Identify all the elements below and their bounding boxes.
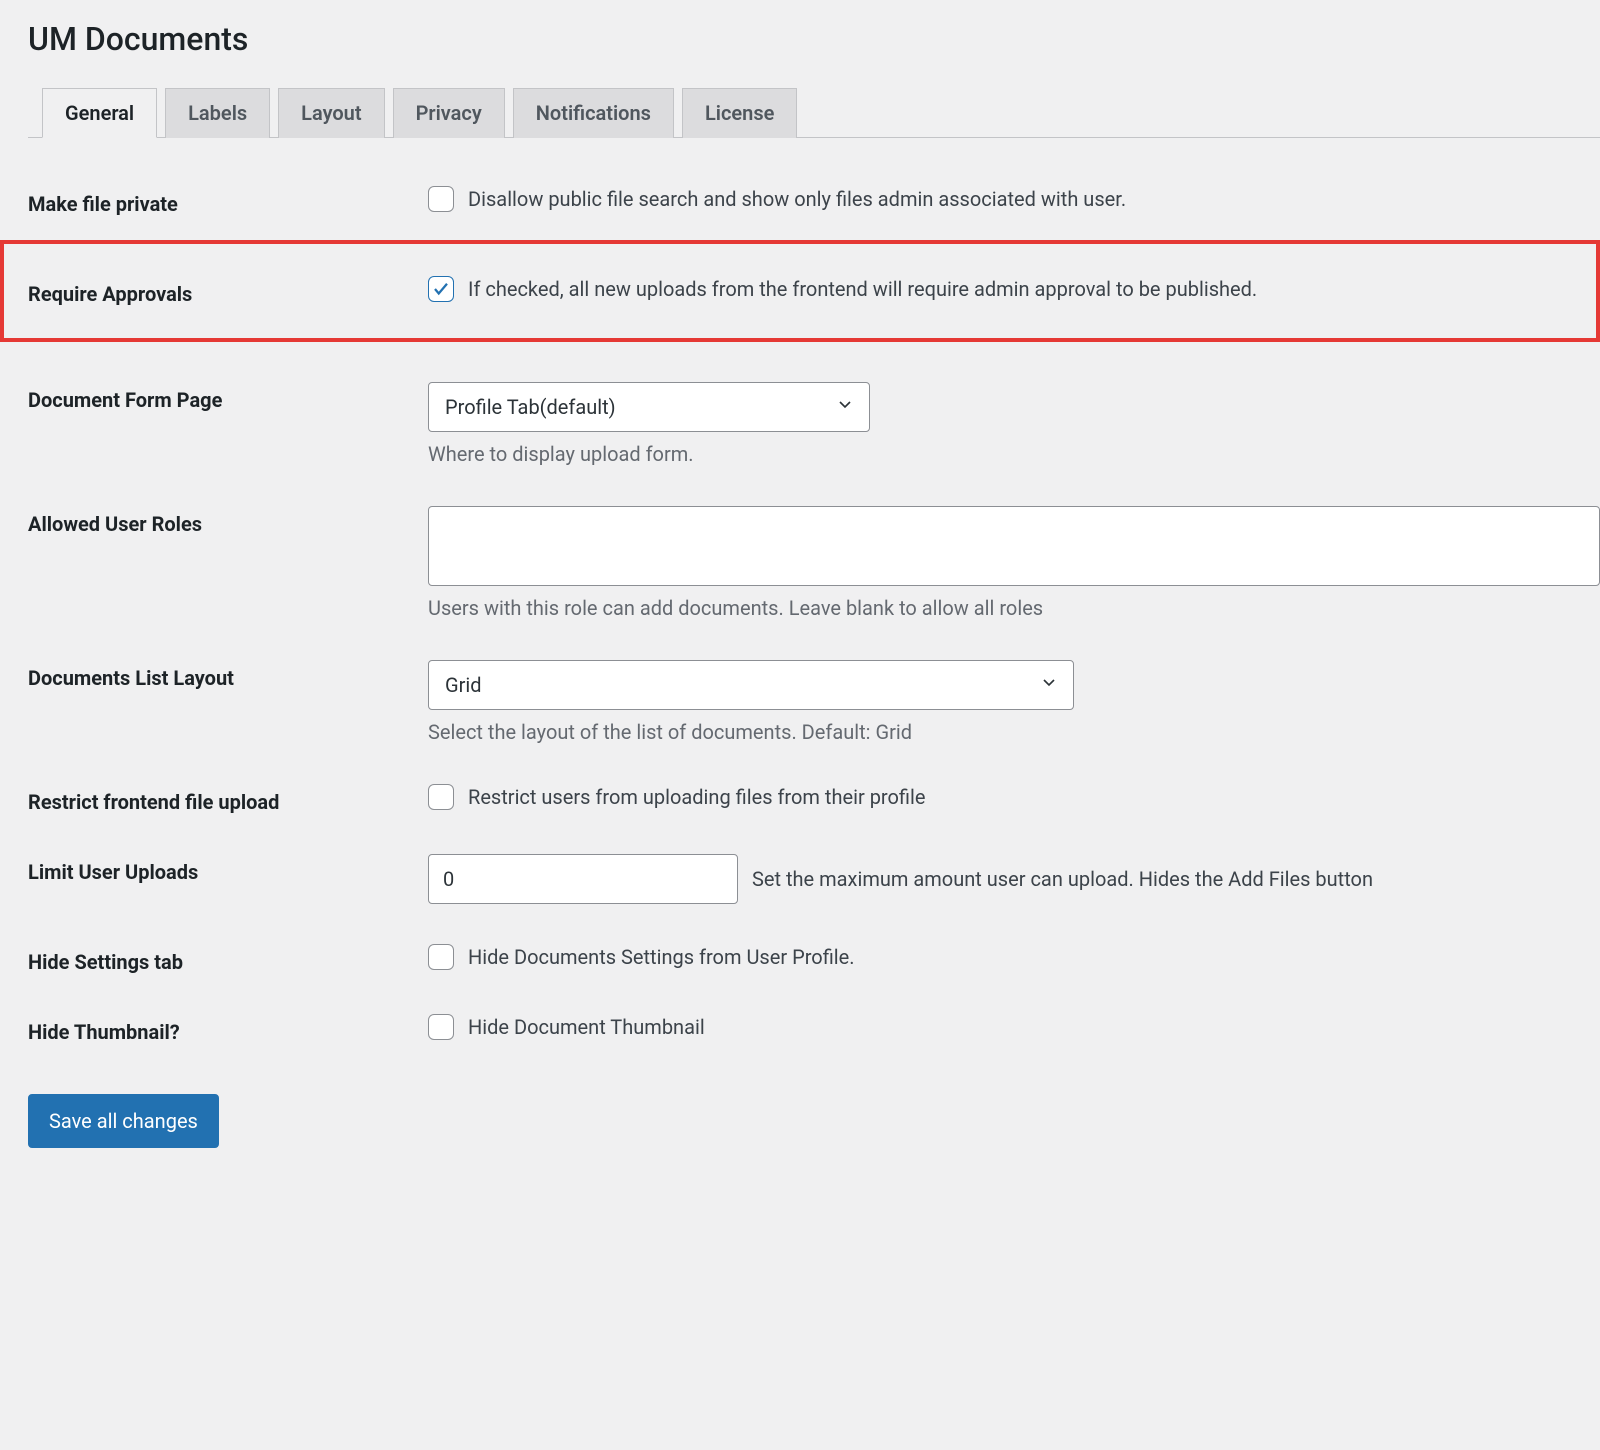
select-value-documents-list-layout: Grid (445, 673, 482, 697)
desc-restrict-frontend-upload: Restrict users from uploading files from… (468, 785, 925, 809)
settings-tabs: General Labels Layout Privacy Notificati… (28, 88, 1600, 138)
label-make-file-private: Make file private (28, 186, 428, 216)
desc-make-file-private: Disallow public file search and show onl… (468, 187, 1126, 211)
help-allowed-user-roles: Users with this role can add documents. … (428, 596, 1600, 620)
label-document-form-page: Document Form Page (28, 382, 428, 412)
checkbox-hide-settings-tab[interactable] (428, 944, 454, 970)
label-restrict-frontend-upload: Restrict frontend file upload (28, 784, 428, 814)
label-documents-list-layout: Documents List Layout (28, 660, 428, 690)
label-hide-settings-tab: Hide Settings tab (28, 944, 428, 974)
page-title: UM Documents (28, 20, 1600, 58)
label-allowed-user-roles: Allowed User Roles (28, 506, 428, 536)
help-document-form-page: Where to display upload form. (428, 442, 1600, 466)
tab-notifications[interactable]: Notifications (513, 88, 674, 138)
label-hide-thumbnail: Hide Thumbnail? (28, 1014, 428, 1044)
select-document-form-page[interactable]: Profile Tab(default) (428, 382, 870, 432)
save-button[interactable]: Save all changes (28, 1094, 219, 1148)
tab-general[interactable]: General (42, 88, 157, 138)
chevron-down-icon (835, 395, 855, 420)
tab-privacy[interactable]: Privacy (393, 88, 505, 138)
label-require-approvals: Require Approvals (28, 276, 428, 306)
select-value-document-form-page: Profile Tab(default) (445, 395, 616, 419)
value-limit-user-uploads: 0 (443, 867, 454, 891)
desc-hide-thumbnail: Hide Document Thumbnail (468, 1015, 705, 1039)
tab-labels[interactable]: Labels (165, 88, 270, 138)
chevron-down-icon (1039, 673, 1059, 698)
desc-hide-settings-tab: Hide Documents Settings from User Profil… (468, 945, 855, 969)
desc-require-approvals: If checked, all new uploads from the fro… (468, 277, 1257, 301)
desc-limit-user-uploads: Set the maximum amount user can upload. … (752, 867, 1373, 891)
select-documents-list-layout[interactable]: Grid (428, 660, 1074, 710)
input-allowed-user-roles[interactable] (428, 506, 1600, 586)
checkbox-require-approvals[interactable] (428, 276, 454, 302)
input-limit-user-uploads[interactable]: 0 (428, 854, 738, 904)
tab-layout[interactable]: Layout (278, 88, 384, 138)
help-documents-list-layout: Select the layout of the list of documen… (428, 720, 1600, 744)
tab-license[interactable]: License (682, 88, 797, 138)
checkbox-restrict-frontend-upload[interactable] (428, 784, 454, 810)
label-limit-user-uploads: Limit User Uploads (28, 854, 428, 884)
checkbox-hide-thumbnail[interactable] (428, 1014, 454, 1040)
checkbox-make-file-private[interactable] (428, 186, 454, 212)
